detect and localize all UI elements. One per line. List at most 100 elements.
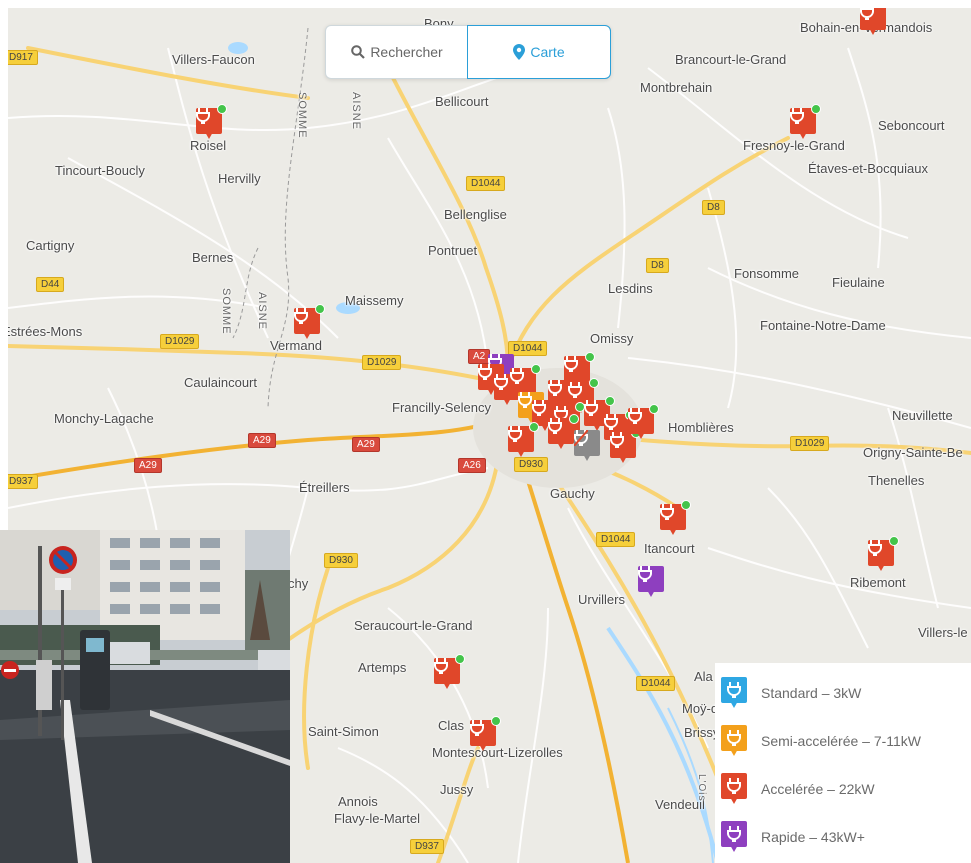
charging-station-icon [564,356,578,372]
place-monchy: Monchy-Lagache [54,411,154,426]
place-maissemy: Maissemy [345,293,404,308]
charging-station-icon [494,374,508,390]
charging-station-icon [510,368,524,384]
place-hombliere: Homblières [668,420,734,435]
charging-station-icon [196,108,210,124]
label-oise-river: L'Ois [696,774,707,802]
place-villers-faucon: Villers-Faucon [172,52,255,67]
available-dot-icon [649,404,659,414]
place-thenelles: Thenelles [868,473,925,488]
available-dot-icon [531,364,541,374]
charging-station-marker[interactable] [470,716,501,752]
available-dot-icon [217,104,227,114]
road-d930-2: D930 [324,553,358,568]
label-aisne-2: AISNE [256,292,268,331]
charging-station-marker[interactable] [574,430,600,462]
place-flavy: Flavy-le-Martel [334,811,420,826]
road-d1044-4: D1044 [636,676,676,691]
place-bellicourt: Bellicourt [435,94,489,109]
available-dot-icon [681,500,691,510]
charging-station-icon [727,682,741,698]
charging-station-icon [790,108,804,124]
charging-station-marker[interactable] [548,414,579,450]
charging-station-icon [868,540,882,556]
charging-station-marker[interactable] [860,8,886,36]
legend-rapide-marker [721,821,747,853]
available-dot-icon [605,396,615,406]
road-d8-2: D8 [646,258,669,273]
charging-station-icon [470,720,484,736]
charging-station-marker[interactable] [868,536,899,572]
place-lesdins: Lesdins [608,281,653,296]
legend-item-rapide: Rapide – 43kW+ [721,817,865,857]
road-a29: A29 [248,433,276,448]
legend-rapide-label: Rapide – 43kW+ [761,829,865,845]
charging-station-marker[interactable] [660,500,691,536]
search-tab-label: Rechercher [370,44,443,60]
charging-station-icon [727,826,741,842]
charging-station-marker[interactable] [638,566,664,598]
legend-item-semi: Semi-accelérée – 7-11kW [721,721,921,761]
charging-station-icon [518,392,532,408]
place-itancourt: Itancourt [644,541,695,556]
place-gauchy: Gauchy [550,486,595,501]
road-d1029-2: D1029 [362,355,402,370]
legend-standard-label: Standard – 3kW [761,685,862,701]
charging-station-icon [548,418,562,434]
available-dot-icon [569,414,579,424]
road-d917: D917 [8,50,38,65]
place-cartigny: Cartigny [26,238,75,253]
charging-station-icon [638,566,652,582]
charging-station-marker[interactable] [790,104,821,140]
label-somme-2: SOMME [220,288,232,335]
charging-station-icon [610,432,624,448]
available-dot-icon [491,716,501,726]
road-a29-2: A29 [352,437,380,452]
available-dot-icon [529,422,539,432]
search-icon [351,45,366,59]
charging-station-icon [548,380,562,396]
charging-station-marker[interactable] [628,404,659,440]
place-brancourt: Brancourt-le-Grand [675,52,787,67]
place-ribemont: Ribemont [850,575,906,590]
charging-station-icon [604,414,618,430]
map-tab-label: Carte [530,44,565,60]
place-fontaine: Fontaine-Notre-Dame [760,318,886,333]
place-montbrehain: Montbrehain [640,80,713,95]
label-aisne: AISNE [350,92,362,131]
legend-item-standard: Standard – 3kW [721,673,861,713]
place-villers-le: Villers-le [918,625,968,640]
charging-station-icon [508,426,522,442]
road-a26: A26 [458,458,486,473]
available-dot-icon [811,104,821,114]
place-caulaincourt: Caulaincourt [184,375,257,390]
place-fieulaine: Fieulaine [832,275,885,290]
place-urvillers: Urvillers [578,592,625,607]
charging-station-icon [568,382,582,398]
road-d1029-3: D1029 [790,436,830,451]
road-a29-3: A29 [134,458,162,473]
charging-station-icon [727,730,741,746]
road-d8: D8 [702,200,725,215]
place-origny: Origny-Sainte-Be [863,445,963,460]
place-ala: Ala [694,669,713,684]
road-d1044-3: D1044 [596,532,636,547]
map-tab[interactable]: Carte [467,25,611,79]
place-neuvillette: Neuvillette [892,408,953,423]
place-seboncourt: Seboncourt [878,118,945,133]
place-vermand: Vermand [270,338,323,353]
charging-station-marker[interactable] [508,422,539,458]
legend: Standard – 3kW Semi-accelérée – 7-11kW A… [715,663,971,863]
legend-semi-label: Semi-accelérée – 7-11kW [761,733,922,749]
charging-station-marker[interactable] [196,104,227,140]
available-dot-icon [589,378,599,388]
charging-station-marker[interactable] [434,654,465,690]
place-annois: Annois [338,794,378,809]
search-tab[interactable]: Rechercher [326,26,468,78]
place-artemps: Artemps [358,660,407,675]
charging-station-icon [478,364,492,380]
place-saint-simon: Saint-Simon [308,724,379,739]
legend-accelere-label: Accelérée – 22kW [761,781,875,797]
map-pin-icon [513,44,526,60]
charging-station-marker[interactable] [294,304,325,340]
